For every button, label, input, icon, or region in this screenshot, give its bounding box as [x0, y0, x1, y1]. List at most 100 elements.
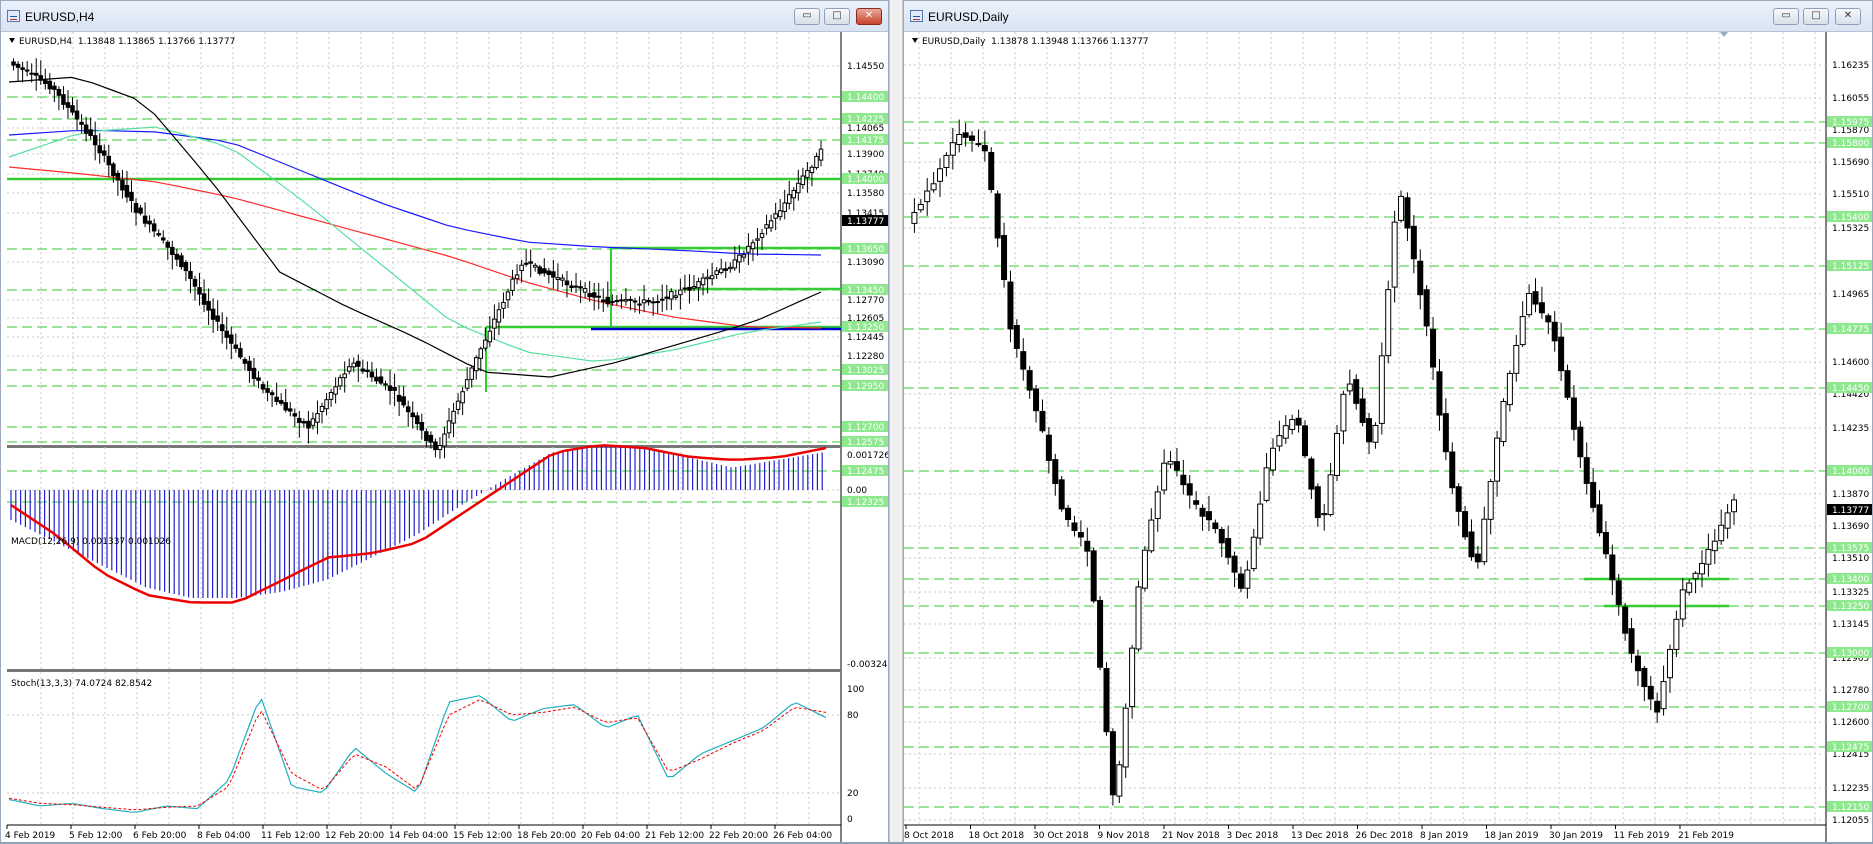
- h4-candle-body: [587, 293, 592, 298]
- stoch-scale-label: 80: [847, 711, 859, 721]
- level-label: 1.13000: [1832, 649, 1869, 659]
- h4-candle-body: [451, 410, 456, 424]
- h4-candle-body: [655, 301, 660, 304]
- daily-candle-body: [1622, 606, 1629, 634]
- collapse-triangle-icon[interactable]: [9, 38, 15, 43]
- daily-candle-body: [962, 132, 969, 138]
- h4-candle-body: [601, 299, 606, 303]
- h4-candle-body: [419, 422, 425, 431]
- h4-candle-body: [179, 255, 184, 268]
- daily-candle-body: [1615, 580, 1622, 605]
- daily-candle-body: [1180, 474, 1187, 486]
- level-label: 1.14225: [847, 115, 884, 125]
- daily-candle-body: [1334, 433, 1341, 476]
- level-label: 1.15800: [1832, 139, 1869, 149]
- h4-candle-body: [115, 172, 121, 181]
- level-label: 1.13575: [1832, 544, 1869, 554]
- daily-candle-body: [1551, 321, 1558, 342]
- h4-candle-body: [342, 373, 347, 379]
- h4-candle-body: [224, 330, 229, 338]
- h4-candle-body: [365, 369, 370, 373]
- daily-window-titlebar[interactable]: EURUSD,Daily ▭ □ ✕: [904, 1, 1872, 32]
- level-label: 1.12700: [1832, 703, 1869, 713]
- daily-candle-body: [1455, 486, 1462, 512]
- daily-candle-body: [1039, 410, 1046, 432]
- level-label: 1.14400: [847, 93, 884, 103]
- h4-candle-body: [210, 308, 216, 320]
- h4-candle-body: [170, 246, 175, 255]
- level-label: 1.14775: [1832, 325, 1869, 335]
- price-tick-label: 1.14965: [1832, 290, 1869, 300]
- level-label: 1.12475: [847, 467, 884, 477]
- daily-candle-body: [975, 143, 982, 146]
- daily-candle-body: [1301, 425, 1308, 457]
- h4-candle-body: [165, 241, 171, 248]
- h4-candle-body: [560, 277, 565, 281]
- time-tick-label: 11 Feb 2019: [1614, 831, 1670, 841]
- minimize-button[interactable]: ▭: [1773, 8, 1799, 25]
- h4-candle-body: [814, 155, 819, 169]
- maximize-button[interactable]: □: [824, 8, 850, 25]
- close-button[interactable]: ✕: [856, 8, 882, 25]
- collapse-triangle-icon[interactable]: [912, 38, 918, 43]
- h4-candle-body: [356, 360, 361, 367]
- h4-candle-body: [251, 367, 257, 379]
- daily-candle-body: [1596, 504, 1603, 534]
- time-tick-label: 8 Oct 2018: [904, 831, 954, 841]
- h4-candle-body: [333, 386, 338, 395]
- daily-candle-body: [1289, 419, 1296, 430]
- h4-chart-window[interactable]: EURUSD,H4 ▭ □ ✕ 1.14550 1.142251.14065 1.1…: [0, 0, 889, 844]
- h4-candle-body: [755, 238, 760, 241]
- level-label: 1.14450: [1832, 384, 1869, 394]
- h4-candle-body: [519, 264, 524, 271]
- h4-candle-body: [183, 261, 189, 272]
- daily-chart-canvas[interactable]: 1.16235 1.16055 1.15870 1.15690 1.15510 1.153…: [904, 32, 1872, 843]
- time-tick-label: 3 Dec 2018: [1227, 831, 1279, 841]
- h4-price-chart[interactable]: 1.145501.142251.140651.139001.137401.135…: [1, 32, 888, 843]
- h4-candle-body: [56, 88, 62, 96]
- h4-candle-body: [455, 400, 461, 410]
- daily-candle-body: [1263, 467, 1270, 501]
- daily-candle-body: [1698, 563, 1705, 575]
- daily-candle-body: [1404, 197, 1411, 229]
- daily-candle-body: [1135, 586, 1142, 650]
- time-tick-label: 8 Jan 2019: [1420, 831, 1468, 841]
- h4-candle-body: [777, 210, 783, 218]
- price-tick-label: 1.12280: [847, 352, 884, 362]
- stoch-scale-label: 0: [847, 815, 853, 825]
- h4-candle-body: [424, 431, 429, 442]
- daily-candle-body: [1666, 648, 1673, 679]
- price-tick-label: 1.12235: [1832, 784, 1869, 794]
- minimize-button[interactable]: ▭: [794, 8, 820, 25]
- h4-candle-body: [673, 295, 679, 298]
- daily-candle-body: [1084, 540, 1091, 552]
- h4-candle-body: [102, 150, 107, 156]
- level-label: 1.13400: [1832, 575, 1869, 585]
- h4-candle-body: [564, 280, 570, 286]
- time-tick-label: 8 Feb 04:00: [197, 831, 251, 841]
- price-tick-label: 1.12055: [1832, 816, 1869, 826]
- daily-candle-body: [988, 151, 995, 191]
- daily-candle-body: [1526, 293, 1533, 316]
- h4-window-titlebar[interactable]: EURUSD,H4 ▭ □ ✕: [1, 1, 888, 32]
- h4-candle-body: [215, 315, 220, 322]
- time-tick-label: 4 Feb 2019: [5, 831, 56, 841]
- h4-candle-body: [818, 148, 824, 161]
- h4-chart-canvas[interactable]: 1.145501.142251.140651.139001.137401.135…: [1, 32, 888, 843]
- h4-candle-body: [791, 189, 797, 199]
- price-tick-label: 1.15690: [1832, 158, 1869, 168]
- level-label: 1.15975: [1832, 118, 1869, 128]
- h4-candle-body: [582, 288, 588, 293]
- time-tick-label: 12 Feb 20:00: [325, 831, 384, 841]
- h4-candle-body: [501, 301, 506, 309]
- daily-candle-body: [1673, 618, 1680, 650]
- h4-candle-body: [301, 421, 307, 424]
- close-button[interactable]: ✕: [1835, 8, 1861, 25]
- daily-candle-body: [956, 133, 963, 146]
- h4-candle-body: [160, 237, 166, 241]
- daily-chart-window[interactable]: EURUSD,Daily ▭ □ ✕ 1.16235 1.16055 1.15870…: [903, 0, 1873, 844]
- maximize-button[interactable]: □: [1803, 8, 1829, 25]
- daily-price-chart[interactable]: 1.162351.160551.158701.156901.155101.153…: [904, 32, 1872, 843]
- time-tick-label: 14 Feb 04:00: [389, 831, 448, 841]
- window-separator: [889, 0, 903, 844]
